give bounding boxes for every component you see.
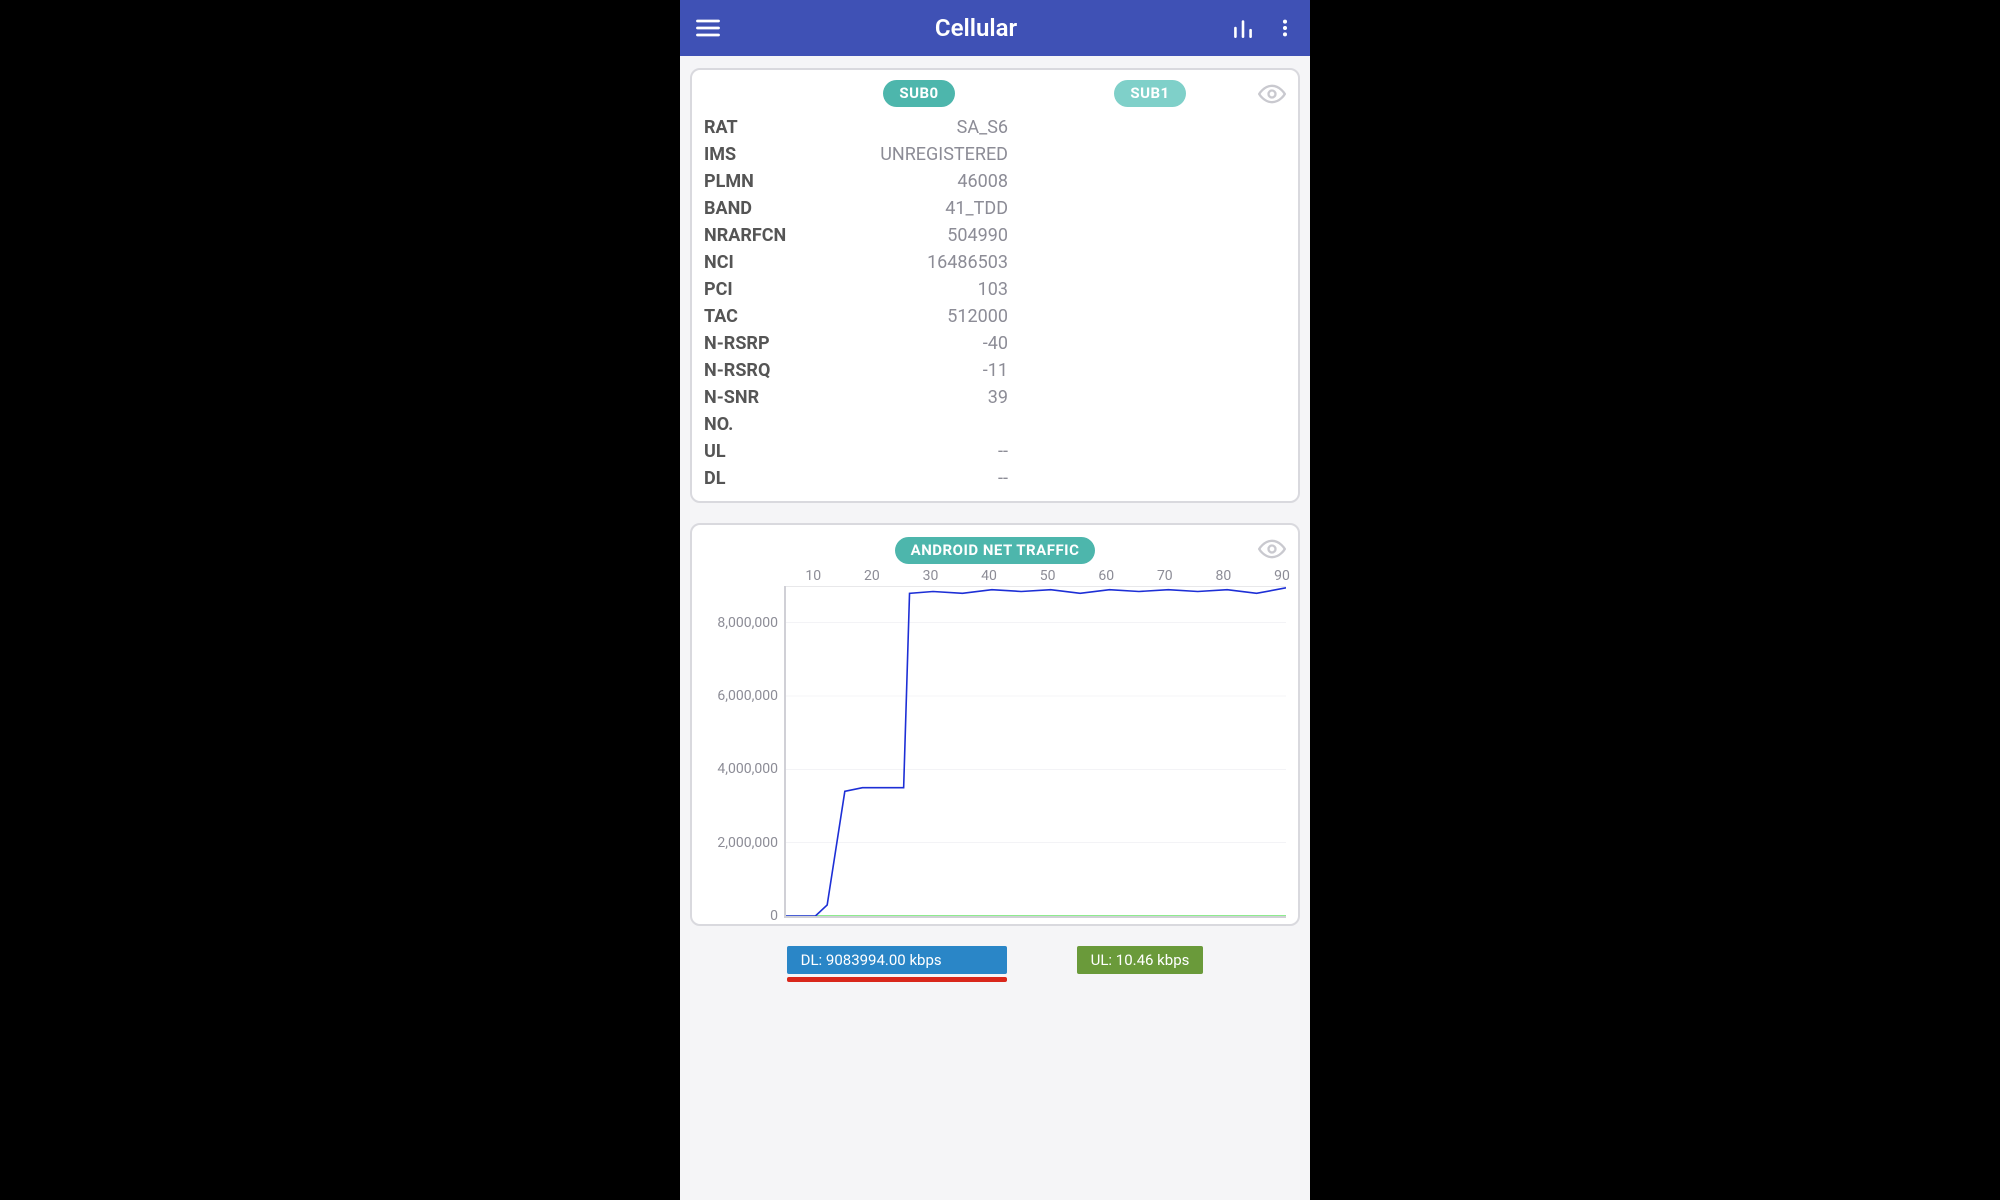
dl-badge: DL: 9083994.00 kbps — [787, 946, 1007, 974]
x-tick: 80 — [1216, 568, 1232, 584]
table-row: N-RSRQ-11 — [704, 360, 1286, 381]
table-row: NO. — [704, 414, 1286, 435]
ul-badge: UL: 10.46 kbps — [1077, 946, 1204, 974]
row-value: 504990 — [824, 225, 1014, 246]
row-value: 16486503 — [824, 252, 1014, 273]
row-key: N-SNR — [704, 387, 824, 408]
table-row: N-SNR39 — [704, 387, 1286, 408]
row-value: 103 — [824, 279, 1014, 300]
row-key: NRARFCN — [704, 225, 824, 246]
traffic-chart — [784, 586, 1286, 918]
menu-icon[interactable] — [694, 14, 722, 42]
chart-x-axis: 102030405060708090 — [784, 568, 1282, 586]
table-row: BAND41_TDD — [704, 198, 1286, 219]
x-tick: 90 — [1274, 568, 1290, 584]
appbar: Cellular — [680, 0, 1310, 56]
row-key: PCI — [704, 279, 824, 300]
row-value: 39 — [824, 387, 1014, 408]
y-tick: 8,000,000 — [717, 615, 778, 631]
tab-sub1[interactable]: SUB1 — [1114, 80, 1185, 107]
x-tick: 30 — [923, 568, 939, 584]
y-tick: 2,000,000 — [717, 835, 778, 851]
row-key: N-RSRP — [704, 333, 824, 354]
row-key: UL — [704, 441, 824, 462]
row-key: NO. — [704, 414, 824, 435]
x-tick: 60 — [1098, 568, 1114, 584]
y-tick: 4,000,000 — [717, 761, 778, 777]
row-key: N-RSRQ — [704, 360, 824, 381]
table-row: PLMN46008 — [704, 171, 1286, 192]
table-row: NCI16486503 — [704, 252, 1286, 273]
row-value: 41_TDD — [824, 198, 1014, 219]
table-row: TAC512000 — [704, 306, 1286, 327]
row-key: RAT — [704, 117, 824, 138]
content: SUB0 SUB1 RATSA_S6IMSUNREGISTEREDPLMN460… — [680, 56, 1310, 1200]
chart-y-axis: 02,000,0004,000,0006,000,0008,000,000 — [704, 586, 784, 918]
table-row: DL-- — [704, 468, 1286, 489]
x-tick: 20 — [864, 568, 880, 584]
phone-frame: Cellular — [680, 0, 1310, 1200]
traffic-label: ANDROID NET TRAFFIC — [895, 537, 1096, 564]
row-value: -40 — [824, 333, 1014, 354]
table-row: UL-- — [704, 441, 1286, 462]
eye-icon[interactable] — [1258, 535, 1286, 567]
row-value: 512000 — [824, 306, 1014, 327]
row-value: -- — [824, 468, 1014, 489]
sub-tabs: SUB0 SUB1 — [704, 80, 1286, 107]
row-key: PLMN — [704, 171, 824, 192]
row-key: DL — [704, 468, 824, 489]
dl-underline — [787, 977, 1007, 982]
x-tick: 70 — [1157, 568, 1173, 584]
row-value: -11 — [824, 360, 1014, 381]
x-tick: 50 — [1040, 568, 1056, 584]
row-key: BAND — [704, 198, 824, 219]
row-key: NCI — [704, 252, 824, 273]
row-value: -- — [824, 441, 1014, 462]
table-row: PCI103 — [704, 279, 1286, 300]
stats-icon[interactable] — [1230, 15, 1256, 41]
overflow-icon[interactable] — [1274, 15, 1296, 41]
table-row: N-RSRP-40 — [704, 333, 1286, 354]
cell-info-card: SUB0 SUB1 RATSA_S6IMSUNREGISTEREDPLMN460… — [690, 68, 1300, 503]
table-row: IMSUNREGISTERED — [704, 144, 1286, 165]
row-value: SA_S6 — [824, 117, 1014, 138]
page-title: Cellular — [935, 14, 1017, 42]
table-row: RATSA_S6 — [704, 117, 1286, 138]
row-value: 46008 — [824, 171, 1014, 192]
traffic-badges: DL: 9083994.00 kbps UL: 10.46 kbps — [690, 946, 1300, 982]
y-tick: 0 — [770, 908, 778, 924]
cell-info-table: RATSA_S6IMSUNREGISTEREDPLMN46008BAND41_T… — [704, 117, 1286, 489]
row-key: TAC — [704, 306, 824, 327]
tab-sub0[interactable]: SUB0 — [883, 80, 954, 107]
eye-icon[interactable] — [1258, 80, 1286, 112]
x-tick: 40 — [981, 568, 997, 584]
row-key: IMS — [704, 144, 824, 165]
y-tick: 6,000,000 — [717, 688, 778, 704]
row-value: UNREGISTERED — [824, 144, 1014, 165]
table-row: NRARFCN504990 — [704, 225, 1286, 246]
x-tick: 10 — [805, 568, 821, 584]
traffic-card: ANDROID NET TRAFFIC 10 20 30 40 50 60 70 80 90 0… — [690, 523, 1300, 926]
